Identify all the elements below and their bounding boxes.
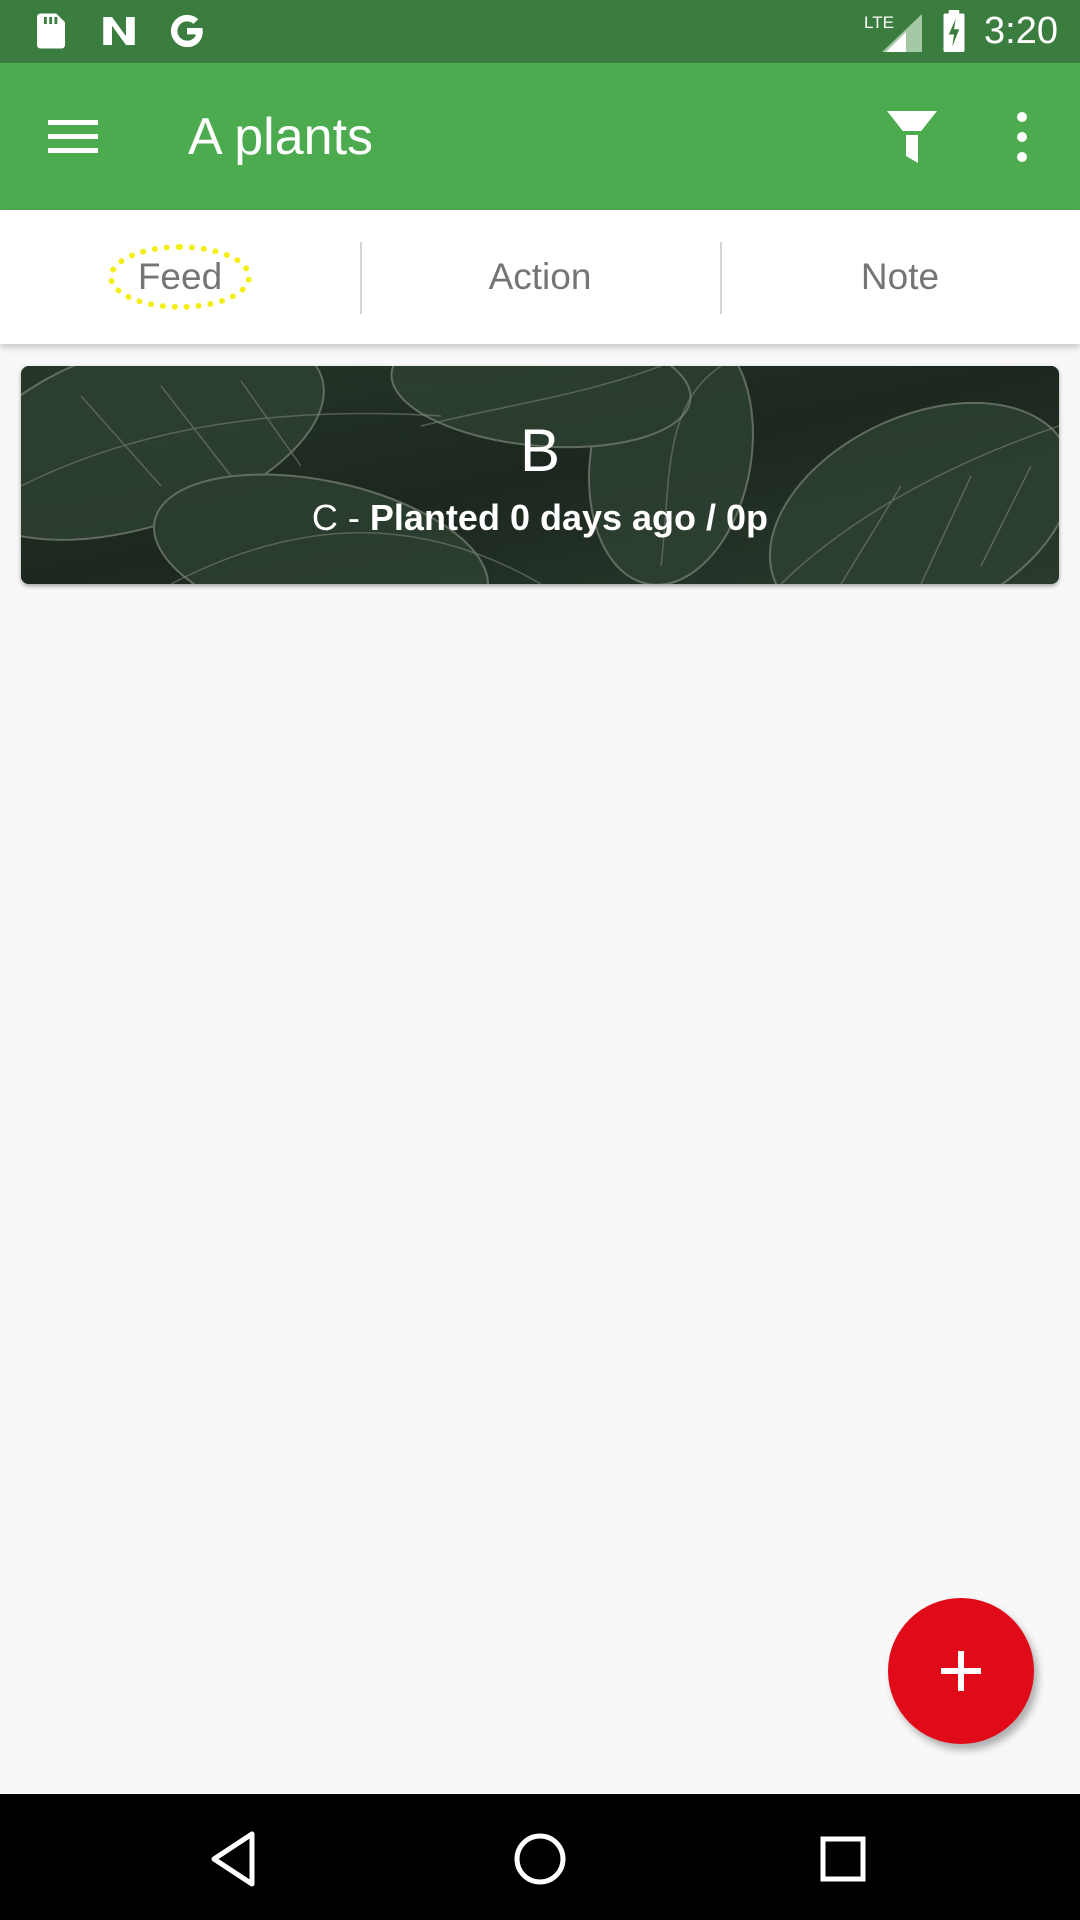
plant-name: B xyxy=(519,417,561,484)
tab-action-label: Action xyxy=(488,256,592,297)
recents-icon[interactable] xyxy=(808,1824,878,1894)
tab-note-label: Note xyxy=(860,256,940,297)
app-title: A plants xyxy=(188,108,374,166)
tab-feed[interactable]: Feed xyxy=(0,210,360,344)
add-icon xyxy=(941,1651,981,1691)
tab-feed-label: Feed xyxy=(107,244,253,310)
menu-icon[interactable] xyxy=(40,108,106,164)
home-icon[interactable] xyxy=(505,1824,575,1894)
navigation-bar xyxy=(0,1794,1080,1920)
sd-card-icon xyxy=(37,13,65,49)
plant-card[interactable]: B C - Planted 0 days ago / 0p xyxy=(21,366,1059,584)
network-type-label: LTE xyxy=(864,13,894,32)
status-right-icons: LTE 3:20 xyxy=(864,8,1058,54)
back-icon[interactable] xyxy=(200,1824,270,1894)
more-vert-icon[interactable] xyxy=(1004,109,1040,165)
google-icon xyxy=(170,14,203,48)
status-left-icons xyxy=(30,10,208,52)
screen: LTE 3:20 A plants Feed Action Note B C -… xyxy=(0,0,1080,1920)
status-time: 3:20 xyxy=(984,10,1058,52)
lte-signal-icon: LTE xyxy=(864,13,923,52)
tab-note[interactable]: Note xyxy=(720,210,1080,344)
add-plant-fab[interactable] xyxy=(888,1598,1034,1744)
n-app-icon xyxy=(103,17,135,45)
plant-subtitle: C - Planted 0 days ago / 0p xyxy=(21,496,1059,540)
plant-planted-info: Planted 0 days ago / 0p xyxy=(369,497,769,538)
app-bar: A plants xyxy=(0,63,1080,210)
filter-icon[interactable] xyxy=(882,105,942,167)
plant-strain: C - xyxy=(311,497,370,538)
battery-charging-icon xyxy=(943,10,965,52)
status-bar: LTE 3:20 xyxy=(0,0,1080,63)
plant-card-text: B C - Planted 0 days ago / 0p xyxy=(21,366,1059,584)
tab-action[interactable]: Action xyxy=(360,210,720,344)
tab-bar: Feed Action Note xyxy=(0,210,1080,344)
